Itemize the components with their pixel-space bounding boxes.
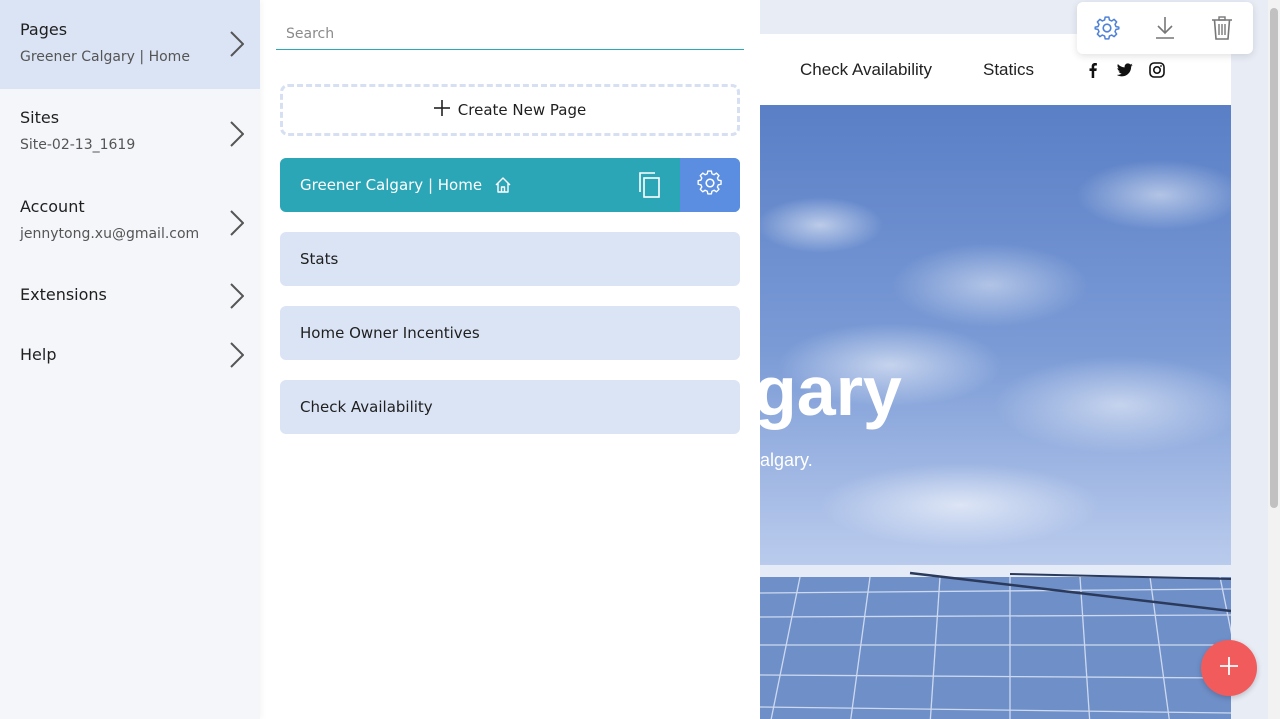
- nav-item-title: Account: [20, 197, 85, 216]
- nav-item-pages[interactable]: Pages Greener Calgary | Home: [0, 0, 260, 89]
- chevron-right-icon: [230, 31, 244, 57]
- page-item-stats[interactable]: Stats: [280, 232, 740, 286]
- solar-panels-image: [760, 565, 1231, 719]
- nav-item-subtitle: Site-02-13_1619: [20, 137, 136, 153]
- plus-icon: [1219, 656, 1239, 681]
- site-frame: Check Availability Statics gary algary.: [760, 34, 1231, 719]
- plus-icon: [433, 99, 450, 121]
- left-nav: Pages Greener Calgary | Home Sites Site-…: [0, 0, 260, 719]
- site-nav-link-check-availability[interactable]: Check Availability: [800, 60, 932, 80]
- search-input[interactable]: [276, 20, 744, 48]
- site-preview: Check Availability Statics gary algary.: [760, 0, 1280, 719]
- nav-item-subtitle: Greener Calgary | Home: [20, 49, 190, 65]
- nav-item-account[interactable]: Account jennytong.xu@gmail.com: [0, 178, 260, 267]
- nav-item-sites[interactable]: Sites Site-02-13_1619: [0, 89, 260, 178]
- page-item-title: Stats: [300, 250, 339, 268]
- page-item-home[interactable]: Greener Calgary | Home: [280, 158, 740, 212]
- twitter-icon[interactable]: [1117, 62, 1133, 78]
- page-item-title: Greener Calgary | Home: [300, 176, 483, 194]
- download-icon[interactable]: [1151, 14, 1179, 42]
- page-item-home-owner-incentives[interactable]: Home Owner Incentives: [280, 306, 740, 360]
- trash-icon[interactable]: [1208, 14, 1236, 42]
- social-links: [1085, 62, 1165, 78]
- nav-item-title: Extensions: [20, 285, 107, 304]
- nav-item-subtitle: jennytong.xu@gmail.com: [20, 226, 200, 242]
- page-settings-button[interactable]: [680, 158, 740, 212]
- add-element-button[interactable]: [1201, 640, 1257, 696]
- chevron-right-icon: [230, 342, 244, 368]
- hero-title: gary: [760, 352, 902, 430]
- chevron-right-icon: [230, 121, 244, 147]
- chevron-right-icon: [230, 283, 244, 309]
- instagram-icon[interactable]: [1149, 62, 1165, 78]
- nav-item-title: Sites: [20, 108, 60, 127]
- create-new-page-label: Create New Page: [457, 101, 587, 119]
- nav-item-help[interactable]: Help: [0, 325, 260, 385]
- page-item-check-availability[interactable]: Check Availability: [280, 380, 740, 434]
- page-toolbar: [1077, 2, 1253, 54]
- gear-icon[interactable]: [1093, 14, 1121, 42]
- gear-icon: [697, 169, 723, 201]
- home-icon: [494, 176, 512, 194]
- nav-item-title: Pages: [20, 20, 68, 39]
- search-field: [276, 20, 744, 50]
- hero-subtitle: algary.: [760, 450, 813, 470]
- site-nav-link-statics[interactable]: Statics: [983, 60, 1034, 80]
- facebook-icon[interactable]: [1085, 62, 1101, 78]
- chevron-right-icon: [230, 210, 244, 236]
- scrollbar[interactable]: [1268, 0, 1280, 719]
- scrollbar-thumb[interactable]: [1270, 8, 1278, 508]
- nav-item-title: Help: [20, 345, 57, 364]
- create-new-page-button[interactable]: Create New Page: [280, 84, 740, 136]
- duplicate-page-icon[interactable]: [636, 171, 664, 199]
- page-item-title: Home Owner Incentives: [300, 324, 480, 342]
- pages-panel: Create New Page Greener Calgary | Home S…: [260, 0, 760, 719]
- page-item-title: Check Availability: [300, 398, 433, 416]
- nav-item-extensions[interactable]: Extensions: [0, 267, 260, 325]
- hero-section: gary algary.: [760, 105, 1231, 719]
